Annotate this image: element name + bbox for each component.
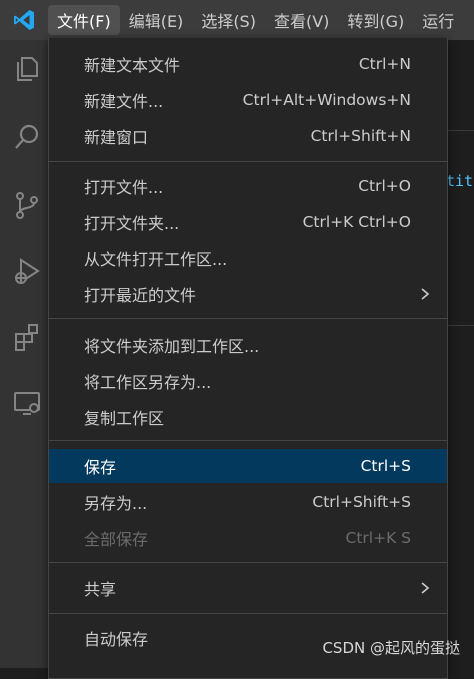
menu-item-label: 从文件打开工作区... — [84, 250, 228, 269]
title-bar: 文件(F) 编辑(E) 选择(S) 查看(V) 转到(G) 运行 — [0, 0, 474, 40]
menu-separator — [49, 440, 447, 441]
chevron-right-icon — [421, 288, 430, 300]
menu-run[interactable]: 运行 — [413, 5, 463, 35]
menu-item-label: 新建窗口 — [84, 128, 149, 147]
menu-item-label: 共享 — [84, 580, 117, 599]
vscode-logo-icon — [0, 0, 48, 40]
menu-item-shortcut: Ctrl+Shift+N — [310, 127, 411, 145]
source-control-icon[interactable] — [12, 190, 42, 220]
menu-item-save[interactable]: 保存 Ctrl+S — [49, 449, 447, 483]
file-menu-dropdown: 新建文本文件 Ctrl+N 新建文件... Ctrl+Alt+Windows+N… — [48, 38, 448, 679]
activity-bar — [0, 40, 48, 668]
menu-separator — [49, 318, 447, 319]
menu-selection[interactable]: 选择(S) — [192, 5, 265, 35]
search-icon[interactable] — [12, 122, 42, 152]
menu-go[interactable]: 转到(G) — [338, 5, 413, 35]
menu-item-new-file[interactable]: 新建文件... Ctrl+Alt+Windows+N — [49, 83, 447, 117]
menu-item-label: 复制工作区 — [84, 409, 165, 428]
menu-item-label: 将工作区另存为... — [84, 373, 212, 392]
menu-item-new-window[interactable]: 新建窗口 Ctrl+Shift+N — [49, 119, 447, 153]
menu-item-label: 打开文件夹... — [84, 214, 180, 233]
menu-item-open-file[interactable]: 打开文件... Ctrl+O — [49, 169, 447, 203]
run-debug-icon[interactable] — [12, 256, 42, 286]
menu-item-shortcut: Ctrl+N — [358, 55, 411, 73]
menu-file[interactable]: 文件(F) — [48, 5, 120, 35]
menu-item-share[interactable]: 共享 — [49, 571, 447, 605]
menu-item-label: 打开最近的文件 — [84, 286, 197, 305]
menu-item-label: 全部保存 — [84, 530, 149, 549]
menu-edit[interactable]: 编辑(E) — [120, 5, 193, 35]
menu-item-shortcut: Ctrl+K Ctrl+O — [302, 213, 411, 231]
menu-separator — [49, 613, 447, 614]
chevron-right-icon — [421, 582, 430, 594]
menu-item-save-as[interactable]: 另存为... Ctrl+Shift+S — [49, 485, 447, 519]
extensions-icon[interactable] — [12, 322, 42, 352]
menu-item-save-workspace-as[interactable]: 将工作区另存为... — [49, 364, 447, 398]
menu-item-open-folder[interactable]: 打开文件夹... Ctrl+K Ctrl+O — [49, 205, 447, 239]
menu-item-label: 另存为... — [84, 494, 148, 513]
menu-item-shortcut: Ctrl+S — [360, 457, 411, 475]
watermark: CSDN @起风的蛋挞 — [322, 639, 460, 657]
menu-item-label: 新建文本文件 — [84, 56, 181, 75]
menu-view[interactable]: 查看(V) — [265, 5, 338, 35]
menu-item-shortcut: Ctrl+O — [358, 177, 411, 195]
editor-divider — [446, 325, 474, 326]
menu-item-open-workspace-from-file[interactable]: 从文件打开工作区... — [49, 241, 447, 275]
explorer-icon[interactable] — [12, 54, 42, 84]
menu-item-open-recent[interactable]: 打开最近的文件 — [49, 277, 447, 311]
menu-item-label: 自动保存 — [84, 630, 149, 649]
menu-item-shortcut: Ctrl+K S — [345, 529, 412, 547]
menu-item-label: 新建文件... — [84, 92, 164, 111]
menu-item-label: 打开文件... — [84, 178, 164, 197]
menu-item-save-all: 全部保存 Ctrl+K S — [49, 521, 447, 555]
menu-item-shortcut: Ctrl+Alt+Windows+N — [242, 91, 411, 109]
menu-item-label: 保存 — [84, 458, 117, 477]
menu-separator — [49, 161, 447, 162]
menu-item-duplicate-workspace[interactable]: 复制工作区 — [49, 400, 447, 434]
menu-separator — [49, 562, 447, 563]
code-fragment: tit — [446, 172, 474, 190]
menu-item-add-folder-to-workspace[interactable]: 将文件夹添加到工作区... — [49, 328, 447, 362]
editor-divider — [446, 130, 474, 131]
menu-item-shortcut: Ctrl+Shift+S — [312, 493, 411, 511]
remote-explorer-icon[interactable] — [12, 388, 42, 418]
menu-item-label: 将文件夹添加到工作区... — [84, 337, 260, 356]
menu-bar: 文件(F) 编辑(E) 选择(S) 查看(V) 转到(G) 运行 — [48, 0, 463, 40]
menu-item-new-text-file[interactable]: 新建文本文件 Ctrl+N — [49, 47, 447, 81]
